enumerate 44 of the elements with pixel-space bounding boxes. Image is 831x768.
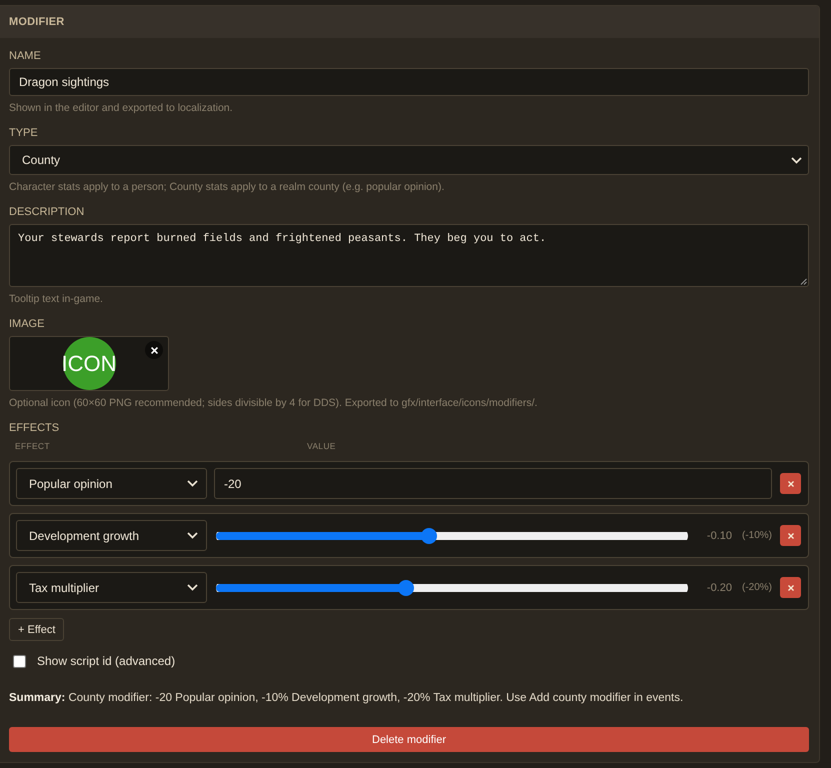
summary-text: Summary: County modifier: -20 Popular opinion, -10% Development growth, -20% Tax multiplier. Use Add county modifier in events. <box>9 691 684 705</box>
name-input[interactable]: Dragon sightings <box>9 68 809 96</box>
percent-reading: (-20%) <box>742 582 772 593</box>
resize-grip-icon <box>800 278 807 285</box>
chevron-down-icon <box>791 156 802 164</box>
close-icon <box>788 480 794 486</box>
field-hint: Optional icon (60×60 PNG recommended; sides divisible by 4 for DDS). Exported to gfx/interface/icons/modifiers/. <box>9 396 538 410</box>
close-icon <box>788 584 794 590</box>
column-header: VALUE <box>307 440 336 452</box>
field-label: TYPE <box>9 126 39 140</box>
effect-dropdown[interactable]: Tax multiplier <box>16 572 207 603</box>
description-field[interactable]: Your stewards report burned fields and frightened peasants. They beg you to act. <box>9 224 809 287</box>
column-header: EFFECT <box>15 440 51 452</box>
remove-effect-button[interactable] <box>780 577 801 598</box>
field-hint: Tooltip text in-game. <box>9 292 104 306</box>
field-hint: Character stats apply to a person; County stats apply to a realm county (e.g. popular opinion). <box>9 180 446 194</box>
effect-dropdown[interactable]: Development growth <box>16 520 207 551</box>
value-reading: -0.10 <box>706 530 732 542</box>
delete-modifier-button[interactable]: Delete modifier <box>9 727 809 752</box>
slider-thumb[interactable] <box>421 528 438 544</box>
chevron-down-icon <box>187 584 198 591</box>
remove-effect-button[interactable] <box>780 473 801 494</box>
effect-dropdown[interactable]: Popular opinion <box>16 468 207 499</box>
chevron-down-icon <box>187 532 198 539</box>
field-hint: Shown in the editor and exported to localization. <box>9 101 234 115</box>
value-input[interactable]: -20 <box>214 468 772 499</box>
slider-thumb[interactable] <box>398 580 414 596</box>
checkbox-label: Show script id (advanced) <box>37 654 176 668</box>
remove-effect-button[interactable] <box>780 525 801 546</box>
icon-placeholder-image: ICON <box>62 337 116 390</box>
close-icon <box>788 532 794 538</box>
percent-reading: (-10%) <box>742 530 772 541</box>
field-label: EFFECTS <box>9 421 60 435</box>
remove-image-button[interactable] <box>145 341 163 359</box>
type-dropdown[interactable]: County <box>9 145 809 175</box>
chevron-down-icon <box>187 480 198 487</box>
field-label: IMAGE <box>9 317 46 331</box>
close-icon <box>150 346 158 354</box>
field-label: NAME <box>9 49 42 63</box>
add-effect-button[interactable]: + Effect <box>9 618 64 641</box>
value-reading: -0.20 <box>706 582 732 594</box>
field-label: DESCRIPTION <box>9 205 86 219</box>
panel-title: MODIFIER <box>9 16 64 28</box>
checkbox[interactable] <box>13 654 26 668</box>
